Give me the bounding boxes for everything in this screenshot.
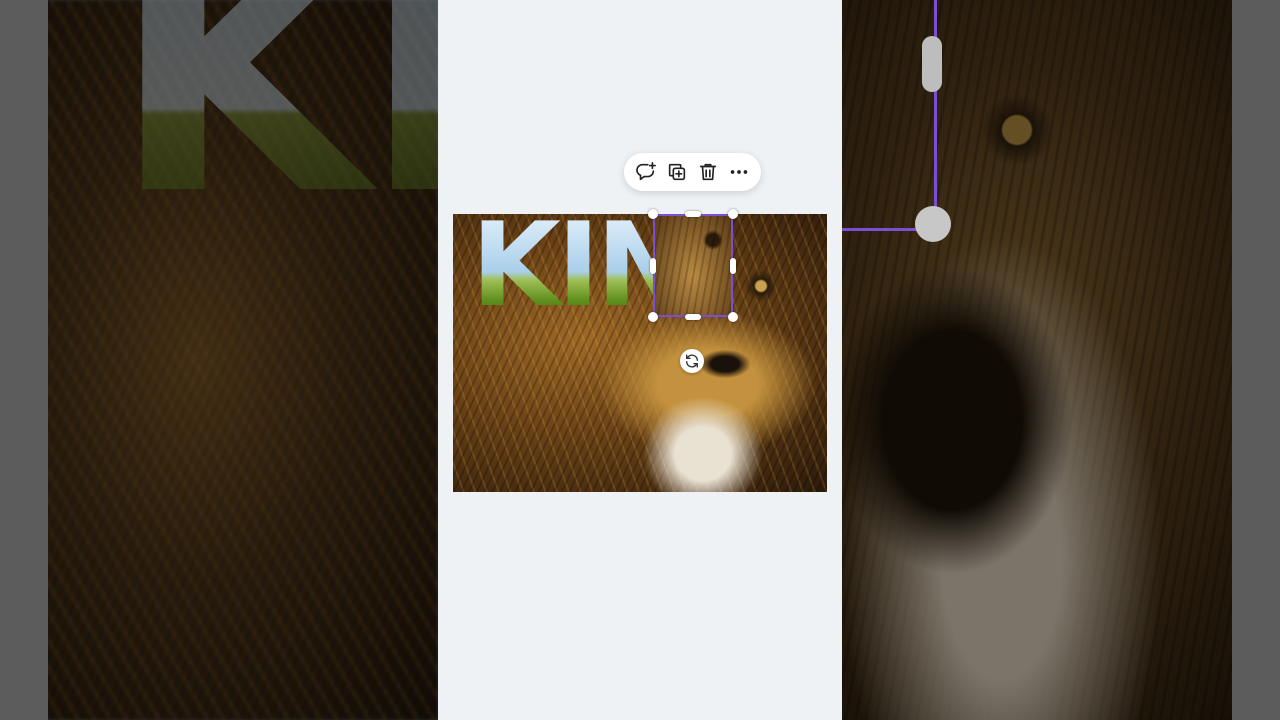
trash-icon <box>699 163 717 181</box>
resize-handle-top[interactable] <box>685 211 701 217</box>
rotate-icon <box>686 354 698 368</box>
right-background-preview <box>842 0 1280 720</box>
more-options-button[interactable] <box>725 158 753 186</box>
background-corner-handle <box>915 206 951 242</box>
resize-handle-left[interactable] <box>650 258 656 274</box>
more-horizontal-icon <box>731 170 748 174</box>
comment-plus-icon <box>635 162 656 181</box>
delete-button[interactable] <box>694 158 722 186</box>
resize-handle-right[interactable] <box>730 258 736 274</box>
design-canvas-image[interactable]: KIN <box>453 214 827 492</box>
comment-button[interactable] <box>632 158 660 186</box>
resize-handle-bottom[interactable] <box>685 314 701 320</box>
resize-handle-bottom-right[interactable] <box>728 312 738 322</box>
left-background-preview: KIN <box>0 0 438 720</box>
duplicate-icon <box>668 163 686 181</box>
duplicate-button[interactable] <box>663 158 691 186</box>
resize-handle-top-right[interactable] <box>728 209 738 219</box>
selected-photo-element[interactable] <box>653 214 733 317</box>
resize-handle-top-left[interactable] <box>648 209 658 219</box>
resize-handle-bottom-left[interactable] <box>648 312 658 322</box>
editor-canvas-area: KIN <box>438 0 842 720</box>
background-resize-handle <box>922 36 942 92</box>
element-toolbar <box>624 153 761 191</box>
rotate-button[interactable] <box>680 349 704 373</box>
background-selection-outline <box>842 0 937 231</box>
